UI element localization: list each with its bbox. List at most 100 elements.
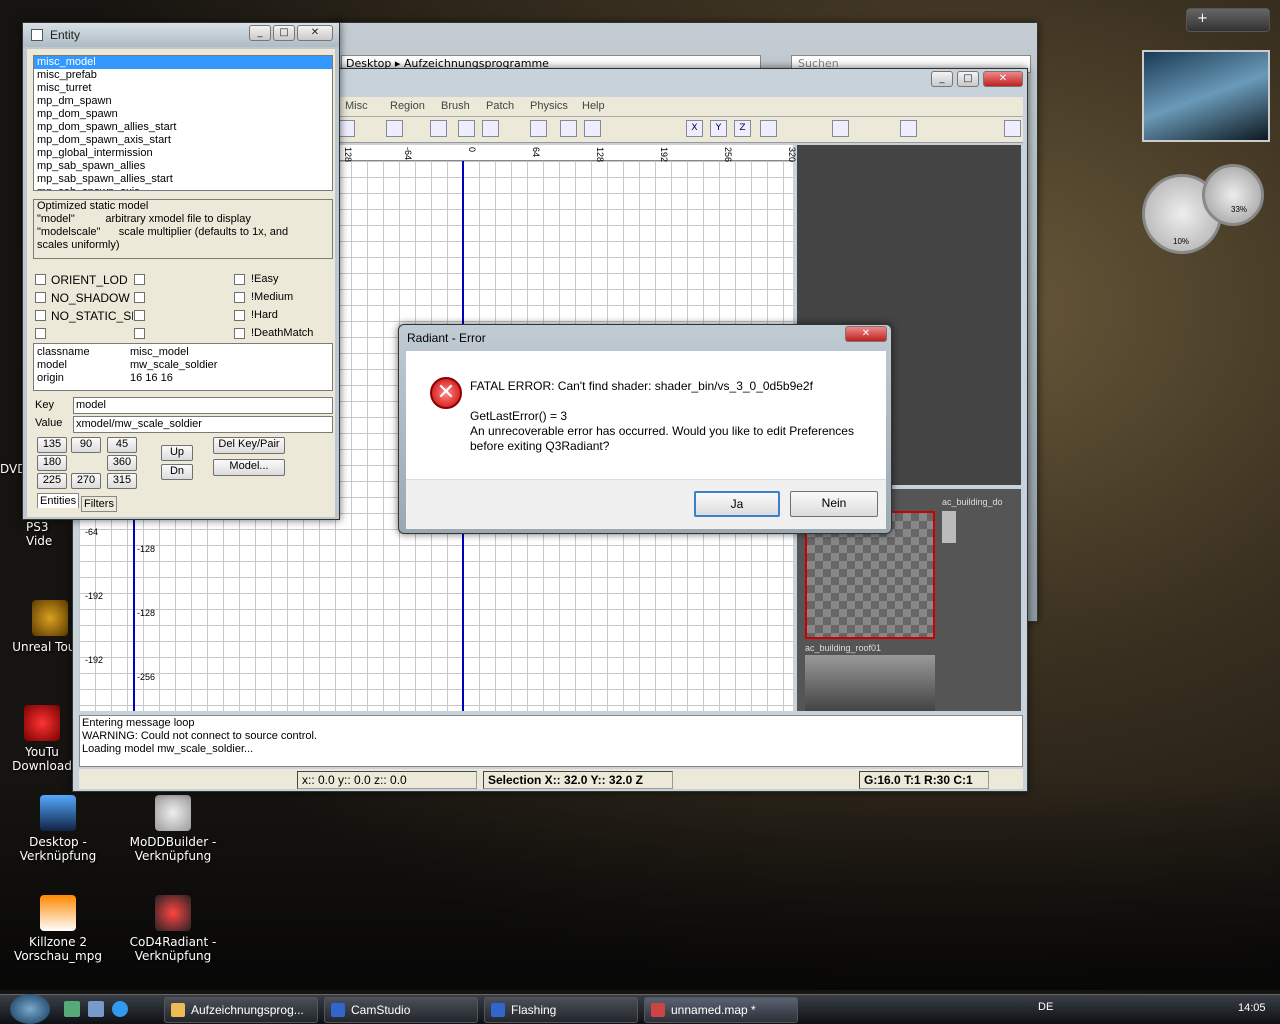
angle-button[interactable]: 315 <box>107 473 137 489</box>
flag-checkbox[interactable] <box>35 310 46 321</box>
tab-filters[interactable]: Filters <box>81 496 117 512</box>
texture-thumb[interactable] <box>805 655 935 711</box>
add-gadget-icon[interactable]: + <box>1197 11 1208 26</box>
desktop-icon-dvd[interactable]: DVD <box>0 462 26 476</box>
flag-checkbox[interactable] <box>234 310 245 321</box>
flag-checkbox[interactable] <box>35 274 46 285</box>
tool-icon[interactable] <box>560 120 577 137</box>
tex-flip-y-icon[interactable] <box>482 120 499 137</box>
clock[interactable]: 14:05 <box>1238 1002 1266 1014</box>
list-item[interactable]: mp_dm_spawn <box>34 95 332 108</box>
menu-patch[interactable]: Patch <box>486 100 514 112</box>
angle-button[interactable]: 270 <box>71 473 101 489</box>
desktop-icon-moddbuilder[interactable]: MoDDBuilder - Verknüpfung <box>123 795 223 863</box>
desktop-icon-killzone[interactable]: Killzone 2 Vorschau_mpg <box>8 895 108 963</box>
angle-button[interactable]: 90 <box>71 437 101 453</box>
system-tray[interactable] <box>1070 1001 1230 1017</box>
task-unnamed-map[interactable]: unnamed.map * <box>644 997 798 1023</box>
language-indicator[interactable]: DE <box>1038 1001 1053 1013</box>
tex-flip-x-icon[interactable] <box>458 120 475 137</box>
dialog-close-button[interactable]: ✕ <box>845 326 887 342</box>
list-item[interactable]: mp_global_intermission <box>34 147 332 160</box>
error-dialog[interactable]: Radiant - Error ✕ ✕ FATAL ERROR: Can't f… <box>398 324 892 534</box>
angle-button[interactable]: 180 <box>37 455 67 471</box>
tool-icon[interactable] <box>584 120 601 137</box>
switch-windows-icon[interactable] <box>88 1001 104 1017</box>
minimize-button[interactable]: _ <box>931 71 953 87</box>
show-desktop-icon[interactable] <box>64 1001 80 1017</box>
list-item[interactable]: mp_dom_spawn <box>34 108 332 121</box>
tool-icon[interactable] <box>1004 120 1021 137</box>
ruler-label: 320 <box>787 147 797 163</box>
menu-region[interactable]: Region <box>390 100 425 112</box>
sidebar-controls[interactable]: + <box>1186 8 1270 32</box>
list-item[interactable]: mp_sab_spawn_allies <box>34 160 332 173</box>
ie-icon[interactable] <box>112 1001 128 1017</box>
list-item[interactable]: mp_sab_spawn_allies_start <box>34 173 332 186</box>
menu-misc[interactable]: Misc <box>345 100 368 112</box>
tool-icon[interactable] <box>900 120 917 137</box>
flag-checkbox[interactable] <box>35 328 46 339</box>
property-list[interactable]: classname misc_model model mw_scale_sold… <box>33 343 333 391</box>
tool-icon[interactable] <box>760 120 777 137</box>
key-input[interactable]: model <box>73 397 333 414</box>
delete-keypair-button[interactable]: Del Key/Pair <box>213 437 285 454</box>
flag-checkbox[interactable] <box>234 292 245 303</box>
list-item[interactable]: misc_prefab <box>34 69 332 82</box>
z-axis-icon[interactable]: Z <box>734 120 751 137</box>
yes-button[interactable]: Ja <box>694 491 780 517</box>
no-button[interactable]: Nein <box>790 491 878 517</box>
down-button[interactable]: Dn <box>161 464 193 480</box>
tool-icon[interactable] <box>832 120 849 137</box>
class-list[interactable]: misc_model misc_prefab misc_turret mp_dm… <box>33 55 333 191</box>
menu-help[interactable]: Help <box>582 100 605 112</box>
start-button[interactable] <box>10 994 50 1024</box>
desktop-icon-ps3[interactable]: PS3 Vide <box>0 520 70 548</box>
list-item[interactable]: mp_dom_spawn_allies_start <box>34 121 332 134</box>
angle-button[interactable]: 45 <box>107 437 137 453</box>
flag-checkbox[interactable] <box>234 328 245 339</box>
desktop-icon-cod4radiant[interactable]: CoD4Radiant - Verknüpfung <box>123 895 223 963</box>
flag-checkbox[interactable] <box>234 274 245 285</box>
texture-thumb[interactable] <box>942 511 956 543</box>
tab-entities[interactable]: Entities <box>37 493 80 508</box>
slideshow-gadget[interactable] <box>1142 50 1270 142</box>
tool-icon[interactable] <box>386 120 403 137</box>
desktop-icon-youtube[interactable]: YouTu Download <box>2 705 82 773</box>
flag-checkbox[interactable] <box>134 310 145 321</box>
menu-brush[interactable]: Brush <box>441 100 470 112</box>
entity-window[interactable]: Entity _ □ ✕ misc_model misc_prefab misc… <box>22 22 340 520</box>
flag-checkbox[interactable] <box>35 292 46 303</box>
x-axis-icon[interactable]: X <box>686 120 703 137</box>
list-item[interactable]: misc_model <box>34 56 332 69</box>
task-explorer[interactable]: Aufzeichnungsprog... <box>164 997 318 1023</box>
angle-button[interactable]: 360 <box>107 455 137 471</box>
value-input[interactable]: xmodel/mw_scale_soldier <box>73 416 333 433</box>
close-button[interactable]: ✕ <box>297 25 333 41</box>
close-button[interactable]: ✕ <box>983 71 1023 87</box>
angle-button[interactable]: 225 <box>37 473 67 489</box>
y-axis-icon[interactable]: Y <box>710 120 727 137</box>
task-label: Aufzeichnungsprog... <box>191 1003 304 1017</box>
model-button[interactable]: Model... <box>213 459 285 476</box>
flag-checkbox[interactable] <box>134 292 145 303</box>
list-item[interactable]: mp_dom_spawn_axis_start <box>34 134 332 147</box>
menu-physics[interactable]: Physics <box>530 100 568 112</box>
minimize-button[interactable]: _ <box>249 25 271 41</box>
angle-button[interactable]: 135 <box>37 437 67 453</box>
flag-checkbox[interactable] <box>134 328 145 339</box>
list-item[interactable]: mp_sab_spawn_axis <box>34 186 332 190</box>
desktop-icon-desktop[interactable]: Desktop - Verknüpfung <box>8 795 108 863</box>
flag-checkbox[interactable] <box>134 274 145 285</box>
task-flashing[interactable]: Flashing <box>484 997 638 1023</box>
up-button[interactable]: Up <box>161 445 193 461</box>
cycle-layer-icon[interactable] <box>530 120 547 137</box>
maximize-button[interactable]: □ <box>957 71 979 87</box>
console[interactable]: Entering message loop WARNING: Could not… <box>79 715 1023 767</box>
maximize-button[interactable]: □ <box>273 25 295 41</box>
tool-icon[interactable] <box>338 120 355 137</box>
task-camstudio[interactable]: CamStudio <box>324 997 478 1023</box>
value-label: Value <box>35 417 63 429</box>
tool-icon[interactable] <box>430 120 447 137</box>
list-item[interactable]: misc_turret <box>34 82 332 95</box>
